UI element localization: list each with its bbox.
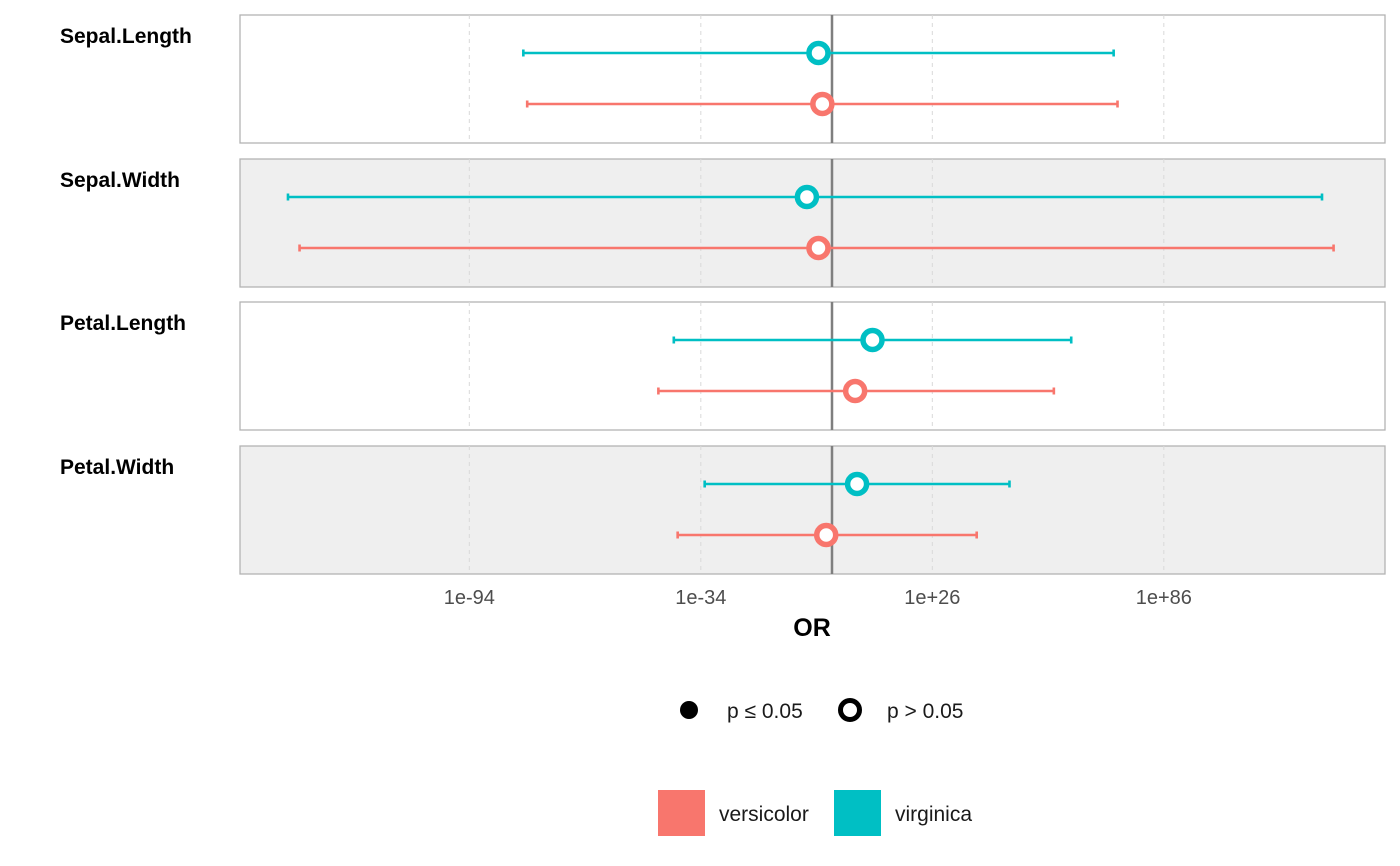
panel-background <box>239 158 1386 288</box>
legend-color-label-virginica: virginica <box>895 803 972 826</box>
estimate-point-versicolor <box>813 522 839 548</box>
estimate-point-virginica <box>794 184 820 210</box>
x-tick-label: 1e+26 <box>904 587 960 609</box>
legend-color-label-versicolor: versicolor <box>719 803 809 826</box>
panel-background <box>239 14 1386 144</box>
estimate-point-versicolor <box>842 378 868 404</box>
legend-swatch-versicolor <box>658 790 705 836</box>
panel-sepal-length <box>239 14 1386 144</box>
estimate-point-versicolor <box>806 235 831 261</box>
x-axis-title: OR <box>793 614 831 642</box>
estimate-point-virginica <box>806 40 831 66</box>
panel-sepal-width <box>239 158 1386 288</box>
estimate-point-versicolor <box>810 91 835 117</box>
legend-shape-label-hollow: p > 0.05 <box>887 700 963 723</box>
x-tick-label: 1e-34 <box>675 587 726 609</box>
row-label: Sepal.Length <box>60 25 192 48</box>
panel-petal-width <box>239 445 1386 575</box>
legend-filled-dot-icon <box>680 701 698 719</box>
forest-plot: Sepal.Length Sepal.Width Petal.Length Petal… <box>60 14 1386 836</box>
estimate-point-virginica <box>860 327 885 353</box>
plot-panels <box>239 14 1386 575</box>
panel-petal-length <box>239 301 1386 431</box>
legend-hollow-dot-icon <box>838 698 862 722</box>
shape-legend: p ≤ 0.05 p > 0.05 <box>680 698 963 723</box>
row-label: Petal.Length <box>60 312 186 335</box>
panel-background <box>239 301 1386 431</box>
x-tick-label: 1e-94 <box>444 587 495 609</box>
legend-shape-label-filled: p ≤ 0.05 <box>727 700 803 723</box>
color-legend: versicolor virginica <box>658 790 972 836</box>
x-axis: 1e-94 1e-34 1e+26 1e+86 <box>444 587 1192 609</box>
row-labels: Sepal.Length Sepal.Width Petal.Length Petal… <box>60 25 192 479</box>
row-label: Sepal.Width <box>60 169 180 192</box>
row-label: Petal.Width <box>60 456 174 479</box>
panel-background <box>239 445 1386 575</box>
legend-swatch-virginica <box>834 790 881 836</box>
x-tick-label: 1e+86 <box>1136 587 1192 609</box>
estimate-point-virginica <box>844 471 870 497</box>
